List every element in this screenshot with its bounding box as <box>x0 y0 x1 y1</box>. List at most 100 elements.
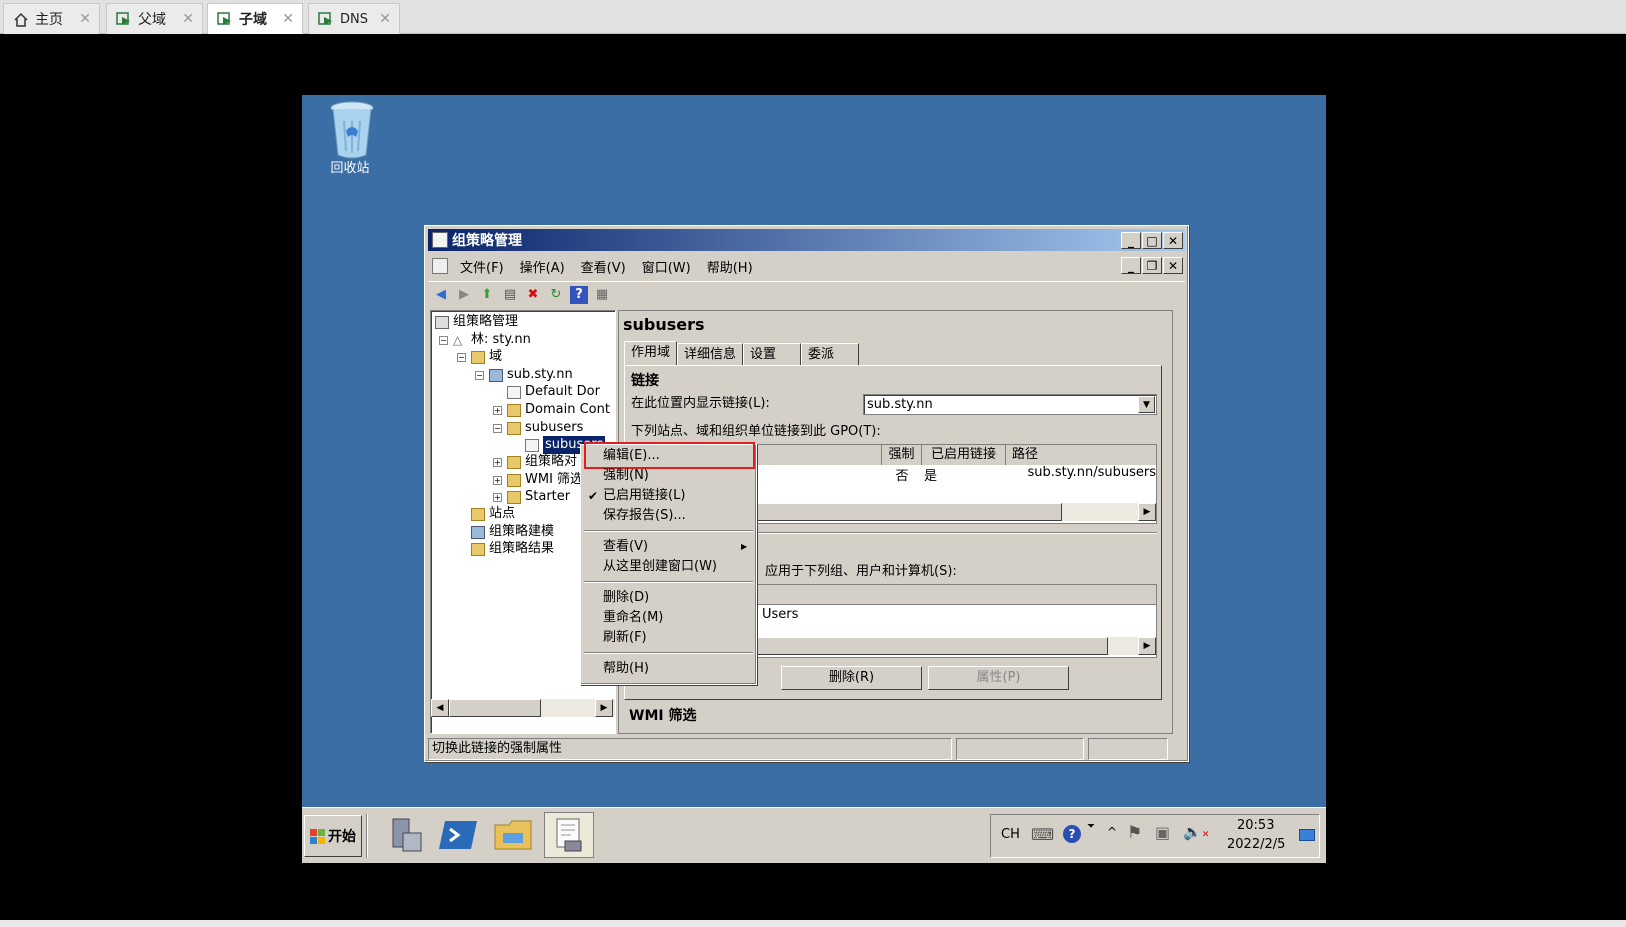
tab-details[interactable]: 详细信息 <box>677 343 744 365</box>
results-icon <box>471 542 485 556</box>
expand-icon[interactable]: + <box>493 492 502 502</box>
show-hidden-icon[interactable]: ^ <box>1107 825 1117 839</box>
start-button[interactable]: 开始 <box>304 815 362 857</box>
menu-bar: 文件(F) 操作(A) 查看(V) 窗口(W) 帮助(H) _ ❐ ✕ <box>428 253 1185 279</box>
child-minimize-button[interactable]: _ <box>1121 257 1141 274</box>
menu-item-edit[interactable]: 编辑(E)... <box>583 446 754 466</box>
tree-node-sites[interactable]: 站点 <box>471 505 515 523</box>
gpm-taskbar-icon[interactable] <box>544 812 594 858</box>
minimize-button[interactable]: _ <box>1121 232 1141 249</box>
menu-item-new-window[interactable]: 从这里创建窗口(W) <box>583 557 754 577</box>
tree-node-results[interactable]: 组策略结果 <box>471 540 554 558</box>
tree-horizontal-scrollbar[interactable]: ◀ ▶ <box>431 699 615 717</box>
child-close-button[interactable]: ✕ <box>1163 257 1183 274</box>
menu-item-save-report[interactable]: 保存报告(S)... <box>583 506 754 526</box>
scroll-right-icon[interactable]: ▶ <box>1138 503 1156 521</box>
expand-icon[interactable]: + <box>493 405 502 415</box>
scroll-thumb[interactable] <box>449 699 541 717</box>
refresh-icon[interactable]: ↻ <box>547 286 565 304</box>
folder-icon <box>507 455 521 469</box>
action-center-flag-icon[interactable]: ⚑ <box>1127 823 1142 843</box>
tree-node-domain[interactable]: − sub.sty.nn <box>475 366 573 384</box>
recycle-bin[interactable]: 回收站 <box>320 101 380 176</box>
scroll-right-icon[interactable]: ▶ <box>595 699 613 717</box>
powershell-icon[interactable] <box>434 812 484 858</box>
menu-action[interactable]: 操作(A) <box>512 257 573 276</box>
menu-window[interactable]: 窗口(W) <box>634 257 699 276</box>
volume-muted-icon[interactable]: 🔈✕ <box>1183 823 1209 841</box>
tree-node-default-policy[interactable]: Default Dor <box>507 383 600 401</box>
menu-item-view[interactable]: 查看(V) <box>583 537 754 557</box>
list-item[interactable]: Users <box>762 607 798 622</box>
linked-label: 下列站点、域和组织单位链接到此 GPO(T): <box>631 424 881 439</box>
tree-node-wmi[interactable]: + WMI 筛选 <box>493 471 583 489</box>
keyboard-icon[interactable]: ⌨ <box>1031 825 1054 844</box>
menu-separator <box>584 652 753 654</box>
tree-node-root[interactable]: 组策略管理 <box>435 313 518 331</box>
ime-help-icon[interactable]: ? <box>1063 825 1081 843</box>
tree-node-ou-subusers[interactable]: − subusers <box>493 419 583 437</box>
up-folder-icon[interactable]: ⬆ <box>478 286 496 304</box>
clock-time[interactable]: 20:53 <box>1237 818 1274 833</box>
menu-separator <box>584 581 753 583</box>
tree-node-gpo-objects[interactable]: + 组策略对 <box>493 453 577 471</box>
menu-item-rename[interactable]: 重命名(M) <box>583 608 754 628</box>
tab-delegation[interactable]: 委派 <box>801 343 860 365</box>
collapse-icon[interactable]: − <box>439 335 448 345</box>
tree-node-dc-ou[interactable]: + Domain Cont <box>493 401 610 419</box>
close-icon[interactable]: ✕ <box>79 11 91 27</box>
menu-item-delete[interactable]: 删除(D) <box>583 588 754 608</box>
properties-button[interactable]: 属性(P) <box>928 666 1069 690</box>
col-path[interactable]: 路径 <box>1006 445 1156 465</box>
tree-node-starter[interactable]: + Starter <box>493 488 570 506</box>
host-tab-dns[interactable]: DNS ✕ <box>308 3 400 34</box>
menu-file[interactable]: 文件(F) <box>452 257 512 276</box>
col-enforced[interactable]: 强制 <box>882 445 922 465</box>
ime-options-icon[interactable]: ⏷ <box>1087 821 1095 832</box>
close-icon[interactable]: ✕ <box>182 11 194 27</box>
system-tray: CH ⌨ ? ⏷ ^ ⚑ ▣ 🔈✕ 20:53 2022/2/5 <box>990 814 1320 858</box>
close-button[interactable]: ✕ <box>1163 232 1183 249</box>
menu-item-link-enabled[interactable]: 已启用链接(L) <box>583 486 754 506</box>
expand-icon[interactable]: + <box>493 457 502 467</box>
network-icon[interactable]: ▣ <box>1155 823 1170 842</box>
scroll-left-icon[interactable]: ◀ <box>431 699 449 717</box>
tree-node-modeling[interactable]: 组策略建模 <box>471 523 554 541</box>
tree-node-forest[interactable]: − △ 林: sty.nn <box>439 331 531 349</box>
col-enabled[interactable]: 已启用链接 <box>922 445 1006 465</box>
server-manager-icon[interactable] <box>380 812 430 858</box>
child-restore-button[interactable]: ❐ <box>1142 257 1162 274</box>
tab-scope[interactable]: 作用域 <box>624 341 678 365</box>
tab-settings[interactable]: 设置 <box>743 343 802 365</box>
expand-icon[interactable]: + <box>493 475 502 485</box>
chevron-down-icon[interactable]: ▼ <box>1138 396 1155 413</box>
remove-button[interactable]: 删除(R) <box>781 666 922 690</box>
forward-icon[interactable]: ▶ <box>455 286 473 304</box>
menu-help[interactable]: 帮助(H) <box>699 257 761 276</box>
menu-item-enforce[interactable]: 强制(N) <box>583 466 754 486</box>
collapse-icon[interactable]: − <box>457 352 466 362</box>
host-tab-home[interactable]: 主页 ✕ <box>3 3 100 34</box>
host-tab-parent[interactable]: 父域 ✕ <box>106 3 203 34</box>
scroll-right-icon[interactable]: ▶ <box>1138 637 1156 655</box>
show-desktop-icon[interactable] <box>1299 829 1315 841</box>
help-icon[interactable]: ? <box>570 285 588 304</box>
show-hide-tree-icon[interactable]: ▤ <box>501 286 519 304</box>
close-icon[interactable]: ✕ <box>282 11 294 27</box>
host-tab-child[interactable]: 子域 ✕ <box>207 3 303 34</box>
collapse-icon[interactable]: − <box>493 423 502 433</box>
menu-view[interactable]: 查看(V) <box>573 257 634 276</box>
delete-icon[interactable]: ✖ <box>524 286 542 304</box>
tree-node-domains[interactable]: − 域 <box>457 348 502 366</box>
close-icon[interactable]: ✕ <box>379 11 391 27</box>
show-links-dropdown[interactable]: sub.sty.nn ▼ <box>863 394 1157 415</box>
properties-icon[interactable]: ▦ <box>593 286 611 304</box>
explorer-icon[interactable] <box>488 812 538 858</box>
collapse-icon[interactable]: − <box>475 370 484 380</box>
menu-item-help[interactable]: 帮助(H) <box>583 659 754 679</box>
back-icon[interactable]: ◀ <box>432 286 450 304</box>
menu-item-refresh[interactable]: 刷新(F) <box>583 628 754 648</box>
clock-date[interactable]: 2022/2/5 <box>1227 837 1285 852</box>
maximize-button[interactable]: □ <box>1142 232 1162 249</box>
language-indicator[interactable]: CH <box>1001 827 1020 842</box>
